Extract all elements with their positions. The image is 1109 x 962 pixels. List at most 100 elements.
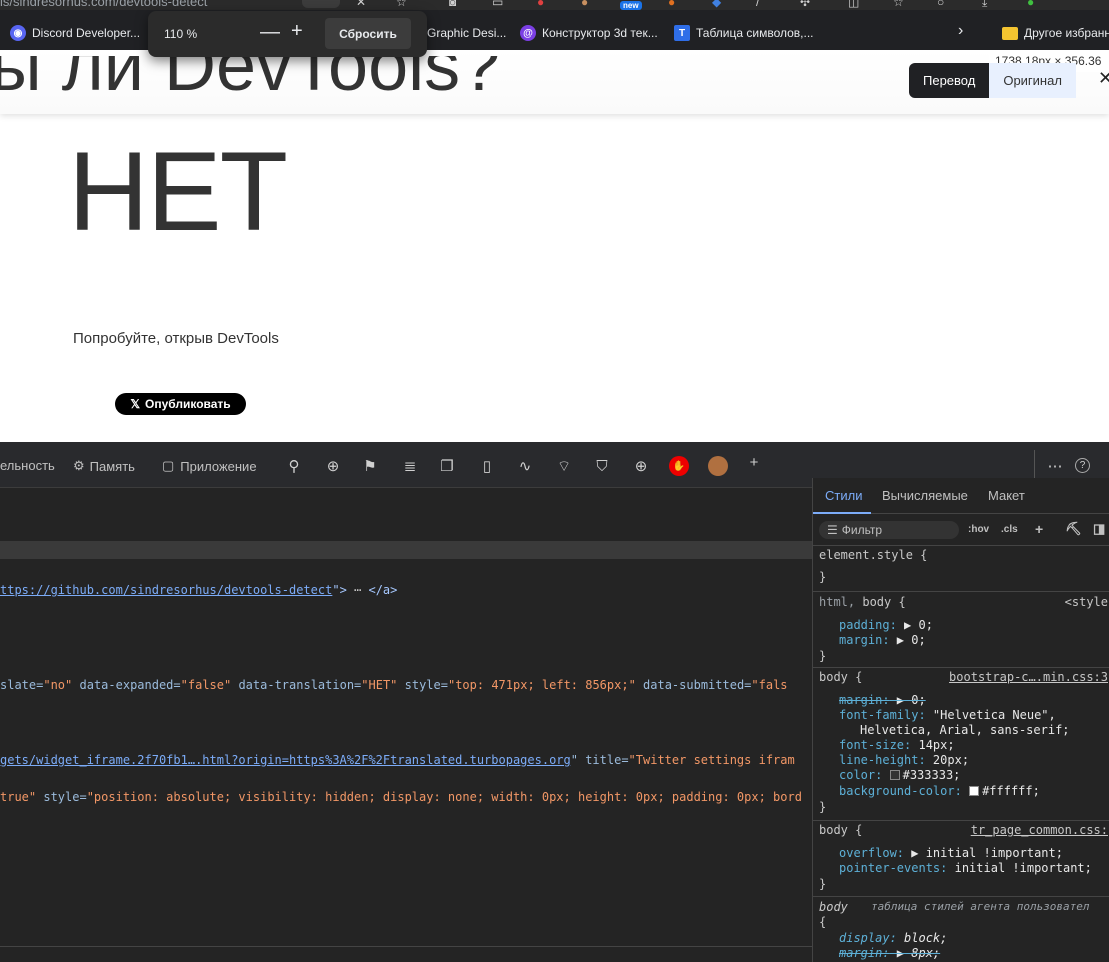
address-bar[interactable]: is/sindresorhus.com/devtools-detect ✕ ☆ … <box>0 0 1109 10</box>
prop-font-size[interactable]: font-size: 14px; <box>839 738 955 752</box>
issues-icon[interactable]: ≣ <box>400 456 420 476</box>
rule-source[interactable]: tr_page_common.css: <box>971 823 1108 837</box>
tweet-button[interactable]: 𝕏 Опубликовать <box>115 393 246 415</box>
zoom-level: 110 % <box>164 27 198 41</box>
rendering-icon[interactable]: ⚑ <box>360 456 380 476</box>
rule-selector[interactable]: body <box>819 900 848 914</box>
favorites-icon[interactable]: ☆ <box>893 0 907 8</box>
new-rule-icon[interactable]: + <box>1035 521 1043 537</box>
original-button[interactable]: Оригинал <box>989 63 1076 98</box>
pen-extension-icon[interactable]: / <box>756 0 770 8</box>
prop-background-color[interactable]: background-color: #ffffff; <box>839 784 1040 798</box>
prop-margin-ua[interactable]: margin: ▶ 8px; <box>839 946 940 960</box>
wifi-settings-icon[interactable]: ⌔ <box>554 456 574 476</box>
rule-selector[interactable]: body { <box>819 670 862 684</box>
tab-layout[interactable]: Макет <box>988 488 1025 503</box>
tab-application[interactable]: ▢ Приложение <box>162 458 257 474</box>
close-icon[interactable]: ✕ <box>356 0 370 8</box>
rule-source[interactable]: bootstrap-c….min.css:3 <box>949 670 1108 684</box>
reader-icon[interactable]: ▭ <box>492 0 506 8</box>
close-icon[interactable]: ✕ <box>1098 68 1109 89</box>
recorder-icon[interactable]: ❐ <box>437 456 457 476</box>
bookmark-label: Таблица символов,... <box>696 26 814 40</box>
device-icon[interactable]: ▯ <box>477 456 497 476</box>
dom-line-iframe-src[interactable]: gets/widget_iframe.2f70fb1….html?origin=… <box>0 753 795 767</box>
tab-computed[interactable]: Вычисляемые <box>882 488 968 503</box>
color-swatch[interactable] <box>969 786 980 796</box>
star-icon[interactable]: ☆ <box>396 0 410 8</box>
selected-row-band <box>0 541 812 559</box>
tab-memory[interactable]: ⚙ Память <box>73 458 135 474</box>
styles-tabs: Стили Вычисляемые Макет <box>813 478 1109 514</box>
cookie-icon[interactable] <box>708 456 728 476</box>
network-icon[interactable]: ⊕ <box>323 456 343 476</box>
zoom-reset-button[interactable]: Сбросить <box>325 18 411 49</box>
sidebar-toggle-icon[interactable]: ◨ <box>1093 521 1105 537</box>
prop-color[interactable]: color: #333333; <box>839 768 960 782</box>
color-swatch[interactable] <box>889 770 900 780</box>
tab-styles[interactable]: Стили <box>825 488 862 503</box>
rule-body-user-agent: body таблица стилей агента пользовател {… <box>813 897 1109 962</box>
application-icon: ▢ <box>162 458 175 473</box>
bookmark-discord[interactable]: ◉ Discord Developer... <box>10 23 140 43</box>
prop-margin-overridden[interactable]: margin: ▶ 0; <box>839 693 926 707</box>
prop-display[interactable]: display: block; <box>839 931 947 945</box>
adblock-stop-icon[interactable]: ✋ <box>669 456 689 476</box>
bookmark-other-favorites[interactable]: Другое избранн <box>1002 23 1109 43</box>
prop-line-height[interactable]: line-height: 20px; <box>839 753 969 767</box>
network-conditions-icon[interactable]: ⚲ <box>284 456 304 476</box>
profile-icon[interactable]: ● <box>1027 0 1041 8</box>
add-tab-icon[interactable]: + <box>744 452 764 472</box>
prop-font-family[interactable]: font-family: "Helvetica Neue", <box>839 708 1056 722</box>
globe-icon[interactable]: ⊕ <box>631 456 651 476</box>
split-screen-icon[interactable]: ◫ <box>848 0 862 8</box>
dom-line-iframe-style[interactable]: true" style="position: absolute; visibil… <box>0 790 802 804</box>
bookmark-label: Discord Developer... <box>32 26 141 40</box>
code-token[interactable]: gets/widget_iframe.2f70fb1….html?origin=… <box>0 753 571 767</box>
rule-selector[interactable]: element.style { <box>819 548 927 562</box>
bookmark-symbols-table[interactable]: T Таблица символов,... <box>674 23 814 43</box>
prop-padding[interactable]: padding: ▶ 0; <box>839 618 933 632</box>
chevron-right-icon[interactable]: › <box>958 22 963 40</box>
hov-button[interactable]: :hov <box>968 524 989 535</box>
puzzle-icon[interactable]: ✣ <box>800 0 814 8</box>
rule-close: } <box>819 877 827 891</box>
dropbox-extension-icon[interactable]: ◆ <box>712 0 726 8</box>
rule-selector[interactable]: body { <box>819 823 862 837</box>
prop-margin[interactable]: margin: ▶ 0; <box>839 633 926 647</box>
performance-insights-icon[interactable]: ∿ <box>515 456 535 476</box>
tweet-label: Опубликовать <box>144 397 231 411</box>
page-title: ы ли DevTools? <box>0 56 501 106</box>
cookie-extension-icon[interactable]: ● <box>581 0 595 8</box>
shield-extension-icon[interactable]: ● <box>537 0 551 8</box>
filter-input[interactable]: ☰ Фильтр <box>819 521 959 539</box>
dom-line-link[interactable]: ttps://github.com/sindresorhus/devtools-… <box>0 583 397 597</box>
security-shield-icon[interactable]: ⛉ <box>592 456 612 476</box>
code-token[interactable]: ttps://github.com/sindresorhus/devtools-… <box>0 583 332 597</box>
cls-button[interactable]: .cls <box>1001 524 1018 535</box>
more-options-icon[interactable]: ⋯ <box>1045 456 1065 476</box>
code-token: "false" <box>180 678 232 692</box>
prop-font-family-cont: Helvetica, Arial, sans-serif; <box>860 723 1070 737</box>
styles-filter-row: ☰ Фильтр :hov .cls + ⛏ ◨ <box>813 514 1109 546</box>
tab-performance[interactable]: ельность <box>0 458 55 473</box>
help-icon[interactable]: ? <box>1075 458 1090 473</box>
translate-toggle: Перевод Оригинал <box>909 63 1076 98</box>
paint-icon[interactable]: ⛏ <box>1065 521 1082 537</box>
filter-icon: ☰ <box>827 523 838 537</box>
rule-source[interactable]: <style <box>1065 595 1108 609</box>
bookmark-graphic-design[interactable]: Graphic Desi... <box>427 23 506 43</box>
zoom-in-button[interactable]: + <box>291 20 303 43</box>
browser-essentials-icon[interactable]: ○ <box>937 0 951 8</box>
zoom-out-button[interactable]: — <box>260 21 280 44</box>
extension-icon[interactable]: ◙ <box>449 0 463 8</box>
rule-selector[interactable]: html, body { <box>819 595 906 609</box>
translate-button[interactable]: Перевод <box>909 63 990 98</box>
prop-pointer-events[interactable]: pointer-events: initial !important; <box>839 861 1092 875</box>
search-icon[interactable] <box>302 0 340 8</box>
prop-overflow[interactable]: overflow: ▶ initial !important; <box>839 846 1063 860</box>
brave-extension-icon[interactable]: ● <box>668 0 682 8</box>
dom-line-translation[interactable]: slate="no" data-expanded="false" data-tr… <box>0 678 788 692</box>
download-icon[interactable]: ⤓ <box>982 0 996 8</box>
bookmark-3d-text[interactable]: @ Конструктор 3d тек... <box>520 23 658 43</box>
